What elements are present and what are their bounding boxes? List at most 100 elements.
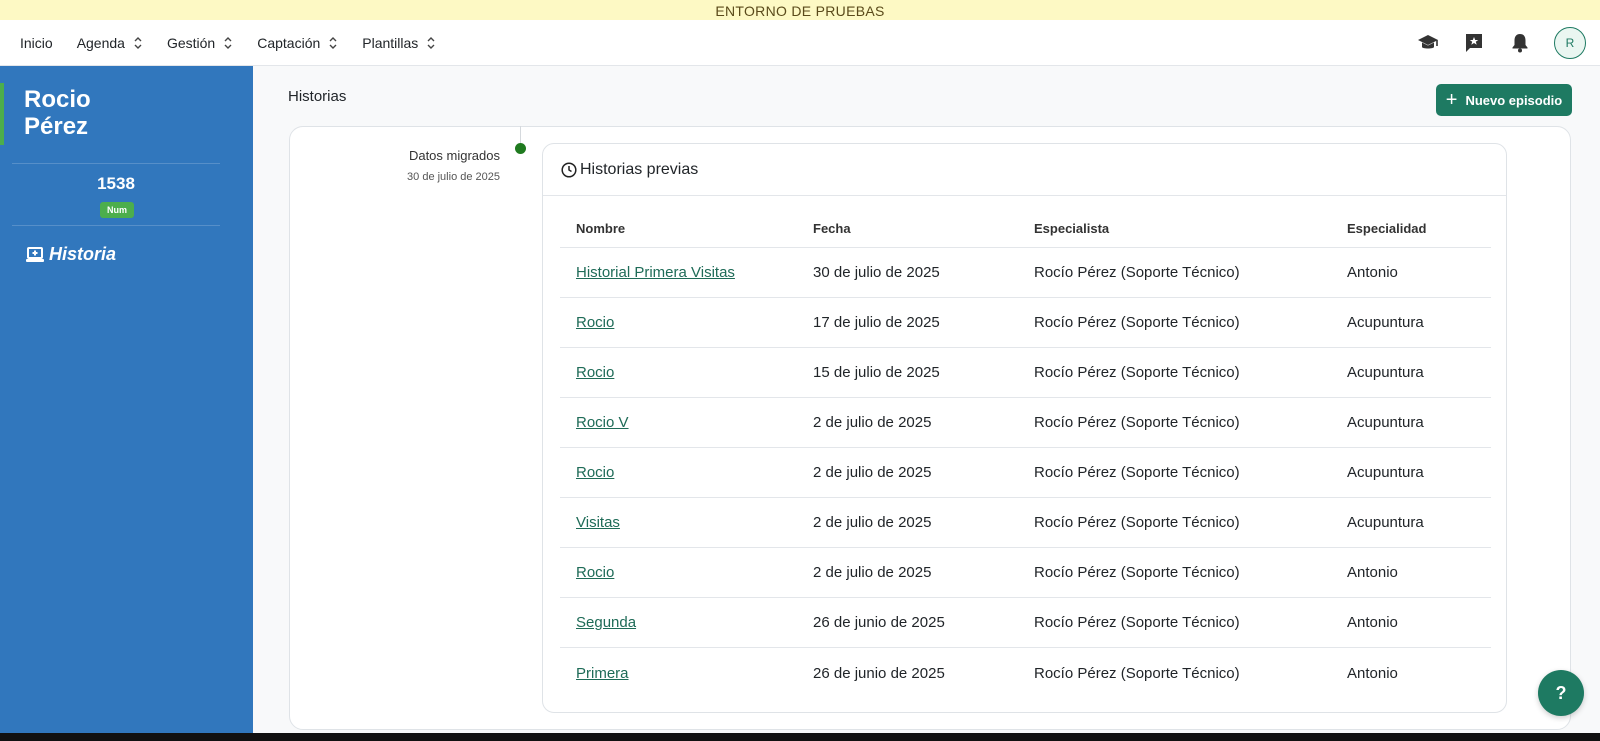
table-cell-nombre: Rocio [560,364,813,381]
table-cell-especialista: Rocío Pérez (Soporte Técnico) [1034,614,1347,631]
table-row: Visitas 2 de julio de 2025 Rocío Pérez (So… [560,498,1491,548]
history-date: 26 de junio de 2025 [813,614,945,631]
table-cell-especialista: Rocío Pérez (Soporte Técnico) [1034,514,1347,531]
table-row: Rocio 2 de julio de 2025 Rocío Pérez (Sopo… [560,548,1491,598]
history-specialty: Antonio [1347,564,1398,581]
table-cell-especialidad: Antonio [1347,564,1491,581]
history-specialist: Rocío Pérez (Soporte Técnico) [1034,264,1240,281]
chevron-up-down-icon [134,37,142,49]
nav-item-3[interactable]: Captación [257,35,338,51]
patient-last-name: Pérez [24,113,89,140]
history-specialist: Rocío Pérez (Soporte Técnico) [1034,564,1240,581]
card-header: Historias previas [543,144,1506,196]
table-cell-nombre: Rocio [560,564,813,581]
history-name-link[interactable]: Rocio [576,314,614,331]
history-specialty: Antonio [1347,264,1398,281]
history-name-link[interactable]: Rocio [576,364,614,381]
history-specialist: Rocío Pérez (Soporte Técnico) [1034,464,1240,481]
sidebar-accent-bar [0,83,4,145]
table-cell-nombre: Rocio [560,464,813,481]
column-header-especialista: Especialista [1034,221,1110,236]
history-date: 2 de julio de 2025 [813,414,932,431]
history-date: 2 de julio de 2025 [813,514,932,531]
history-name-link[interactable]: Historial Primera Visitas [576,264,735,281]
new-episode-label: Nuevo episodio [1465,92,1563,108]
bell-icon[interactable] [1508,31,1532,55]
table-cell-especialidad: Acupuntura [1347,314,1491,331]
timeline-dot [515,143,526,154]
history-specialty: Acupuntura [1347,464,1424,481]
history-date: 17 de julio de 2025 [813,314,940,331]
timeline-label: Datos migrados [408,148,500,163]
history-name-link[interactable]: Rocio [576,464,614,481]
history-specialty: Acupuntura [1347,364,1424,381]
history-date: 2 de julio de 2025 [813,464,932,481]
column-header-especialidad: Especialidad [1347,221,1427,236]
page-title: Historias [288,88,347,105]
history-date: 15 de julio de 2025 [813,364,940,381]
history-specialist: Rocío Pérez (Soporte Técnico) [1034,664,1240,682]
patient-sidebar: Rocio Pérez 1538 Num Historia [0,66,253,733]
number-badge: Num [100,202,134,218]
table-cell-fecha: 26 de junio de 2025 [813,665,1034,682]
history-specialist: Rocío Pérez (Soporte Técnico) [1034,414,1240,431]
patient-name: Rocio Pérez [24,86,224,140]
nav-menu: Inicio Agenda Gestión Captación Plantillas [20,20,460,66]
table-cell-fecha: 17 de julio de 2025 [813,314,1034,331]
table-row: Segunda 26 de junio de 2025 Rocío Pérez (S… [560,598,1491,648]
table-cell-nombre: Visitas [560,514,813,531]
laptop-medical-icon [26,246,44,262]
top-navigation: Inicio Agenda Gestión Captación Plantillas R [0,20,1600,66]
table-row: Rocio 15 de julio de 2025 Rocío Pérez (Sop… [560,348,1491,398]
sidebar-item-label: Historia [49,244,117,264]
nav-item-1[interactable]: Agenda [77,35,143,51]
new-episode-button[interactable]: + Nuevo episodio [1436,84,1572,116]
nav-actions: R [1416,20,1586,66]
history-specialty: Acupuntura [1347,514,1424,531]
table-cell-nombre: Primera [560,665,813,682]
nav-item-0[interactable]: Inicio [20,35,53,51]
history-name-link[interactable]: Segunda [576,614,636,631]
history-specialist: Rocío Pérez (Soporte Técnico) [1034,314,1240,331]
column-header-nombre: Nombre [576,221,626,236]
table-cell-especialista: Rocío Pérez (Soporte Técnico) [1034,665,1347,682]
history-specialist: Rocío Pérez (Soporte Técnico) [1034,364,1240,381]
table-cell-especialista: Rocío Pérez (Soporte Técnico) [1034,364,1347,381]
table-cell-fecha: 2 de julio de 2025 [813,414,1034,431]
history-date: 2 de julio de 2025 [813,564,932,581]
chevron-up-down-icon [427,37,435,49]
table-cell-especialidad: Antonio [1347,614,1491,631]
previous-histories-card: Historias previas Nombre Fecha Especiali… [542,143,1507,713]
nav-item-2[interactable]: Gestión [167,35,233,51]
history-name-link[interactable]: Rocio [576,564,614,581]
table-cell-fecha: 30 de julio de 2025 [813,264,1034,281]
table-cell-fecha: 2 de julio de 2025 [813,464,1034,481]
table-cell-especialidad: Antonio [1347,665,1491,682]
table-cell-fecha: 2 de julio de 2025 [813,514,1034,531]
table-cell-especialista: Rocío Pérez (Soporte Técnico) [1034,464,1347,481]
user-avatar[interactable]: R [1554,27,1586,59]
nav-item-label: Captación [257,35,321,51]
history-name-link[interactable]: Rocio V [576,414,629,431]
table-cell-nombre: Rocio V [560,414,813,431]
table-cell-nombre: Segunda [560,614,813,631]
table-cell-especialidad: Acupuntura [1347,464,1491,481]
chevron-up-down-icon [329,37,337,49]
flag-star-icon[interactable] [1462,31,1486,55]
table-cell-especialista: Rocío Pérez (Soporte Técnico) [1034,414,1347,431]
history-specialty: Acupuntura [1347,414,1424,431]
history-name-link[interactable]: Primera [576,665,629,682]
clock-icon [561,161,577,178]
table-header-row: Nombre Fecha Especialista Especialidad [560,210,1491,248]
history-date: 26 de junio de 2025 [813,664,945,682]
table-cell-especialista: Rocío Pérez (Soporte Técnico) [1034,564,1347,581]
help-button[interactable]: ? [1538,670,1584,716]
table-row: Rocio V 2 de julio de 2025 Rocío Pérez (So… [560,398,1491,448]
graduation-cap-icon[interactable] [1416,31,1440,55]
table-row: Historial Primera Visitas 30 de julio de … [560,248,1491,298]
history-specialty: Antonio [1347,664,1398,682]
nav-item-4[interactable]: Plantillas [362,35,436,51]
history-name-link[interactable]: Visitas [576,514,620,531]
sidebar-divider [12,225,220,226]
sidebar-item-historia[interactable]: Historia [26,244,116,265]
